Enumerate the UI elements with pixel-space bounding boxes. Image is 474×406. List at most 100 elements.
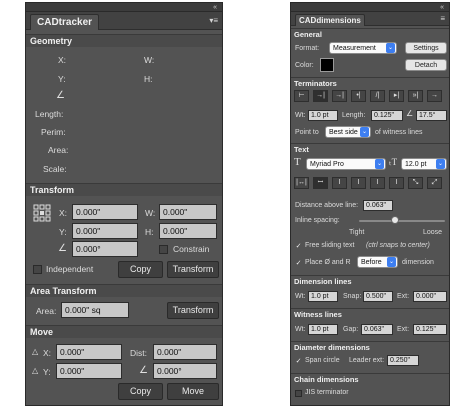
chevron-down-icon: ⌄ [375, 159, 384, 169]
tab-bar: CADtracker ▾≡ [26, 12, 222, 30]
text-rotate-1-icon[interactable]: ⤡ [408, 177, 423, 189]
geometry-scale-label: Scale: [43, 164, 67, 174]
transform-w-field[interactable]: 0.000" [159, 204, 217, 220]
loose-label: Loose [423, 229, 443, 236]
place-select[interactable]: Before ⌄ [357, 256, 398, 268]
detach-button[interactable]: Detach [405, 59, 447, 71]
wit-wt-label: Wt: [295, 326, 306, 333]
move-y-field[interactable]: 0.000" [56, 363, 122, 379]
angle-icon: ∠ [58, 243, 67, 254]
cadtracker-panel: « CADtracker ▾≡ Geometry X: W: Y: H: ∠ L… [25, 2, 223, 406]
wit-wt-field[interactable]: 1.0 pt [308, 324, 338, 335]
free-sliding-checkbox[interactable]: ✓ [295, 243, 302, 250]
point-to-label: Point to [295, 129, 319, 136]
dim-ext-field[interactable]: 0.000" [413, 291, 447, 302]
term-length-label: Length: [342, 112, 366, 119]
transform-w-label: W: [145, 208, 156, 218]
dimension-label: dimension [402, 259, 434, 266]
format-select[interactable]: Measurement ⌄ [329, 42, 397, 54]
collapse-icon[interactable]: « [440, 3, 445, 12]
panel-title-strip: « [291, 3, 449, 12]
move-y-label: Y: [43, 367, 51, 377]
tab-caddimensions[interactable]: CADdimensions [295, 14, 365, 26]
transform-copy-button[interactable]: Copy [118, 261, 163, 278]
tight-label: Tight [349, 229, 365, 236]
panel-menu-icon[interactable]: ≡ [440, 14, 445, 23]
move-angle-field[interactable]: 0.000° [153, 363, 217, 379]
transform-x-field[interactable]: 0.000" [72, 204, 138, 220]
color-swatch[interactable] [320, 58, 334, 72]
font-size-icon: ₜT [389, 157, 398, 167]
text-align-2-icon[interactable]: I [351, 177, 366, 189]
terminator-double-arrow-icon[interactable]: »| [408, 90, 423, 102]
leader-ext-field[interactable]: 0.250" [387, 355, 419, 366]
transform-angle-field[interactable]: 0.000° [72, 241, 138, 257]
chevron-down-icon: ⌄ [386, 43, 395, 53]
inline-spacing-slider[interactable] [359, 216, 445, 226]
area-transform-header: Area Transform [26, 284, 222, 297]
move-dist-field[interactable]: 0.000" [153, 344, 217, 360]
transform-y-field[interactable]: 0.000" [72, 223, 138, 239]
settings-button[interactable]: Settings [405, 42, 447, 54]
terminator-dot-icon[interactable]: •| [351, 90, 366, 102]
reference-point-icon[interactable] [33, 204, 51, 222]
dim-wt-field[interactable]: 1.0 pt [308, 291, 338, 302]
transform-h-field[interactable]: 0.000" [159, 223, 217, 239]
independent-checkbox[interactable] [33, 265, 42, 274]
span-circle-checkbox[interactable]: ✓ [295, 358, 302, 365]
format-label: Format: [295, 45, 320, 52]
wit-gap-field[interactable]: 0.063" [361, 324, 393, 335]
move-x-field[interactable]: 0.000" [56, 344, 122, 360]
move-dist-label: Dist: [130, 348, 147, 358]
terminator-open-arrow-icon[interactable]: →| [332, 90, 347, 102]
terminator-slash-icon[interactable]: /| [370, 90, 385, 102]
move-copy-button[interactable]: Copy [118, 383, 163, 400]
jis-terminator-checkbox[interactable] [295, 390, 302, 397]
terminator-filled-arrow-icon[interactable]: ▸| [389, 90, 404, 102]
terminator-arrow-right-icon[interactable]: → [427, 90, 442, 102]
text-header: Text [291, 143, 449, 154]
independent-label: Independent [46, 264, 94, 274]
text-align-3-icon[interactable]: I [370, 177, 385, 189]
term-length-field[interactable]: 0.125" [371, 110, 403, 121]
move-button[interactable]: Move [167, 383, 219, 400]
tab-cadtracker[interactable]: CADtracker [30, 14, 100, 30]
terminator-arrow-icon[interactable]: →| [313, 90, 328, 102]
chevron-down-icon: ⌄ [387, 257, 396, 267]
transform-button[interactable]: Transform [167, 261, 219, 278]
panel-menu-icon[interactable]: ▾≡ [209, 16, 218, 25]
text-rotate-2-icon[interactable]: ⤢ [427, 177, 442, 189]
leader-ext-label: Leader ext: [349, 357, 385, 364]
geometry-x-label: X: [58, 55, 67, 65]
free-sliding-hint: (ctrl snaps to center) [366, 242, 430, 249]
distance-field[interactable]: 0.063" [363, 200, 393, 211]
slider-track [359, 220, 445, 222]
area-transform-button[interactable]: Transform [167, 302, 219, 319]
font-size-select[interactable]: 12.0 pt ⌄ [401, 158, 447, 170]
font-select[interactable]: Myriad Pro ⌄ [306, 158, 386, 170]
terminator-none-icon[interactable]: ⊢ [294, 90, 309, 102]
dimension-lines-header: Dimension lines [291, 275, 449, 286]
dim-snap-field[interactable]: 0.500" [363, 291, 393, 302]
term-wt-field[interactable]: 1.0 pt [308, 110, 338, 121]
slider-thumb[interactable] [391, 216, 400, 224]
text-align-4-icon[interactable]: I [389, 177, 404, 189]
wit-ext-field[interactable]: 0.125" [413, 324, 447, 335]
jis-terminator-label: JIS terminator [305, 389, 349, 396]
text-above-icon[interactable]: ꟷ [313, 177, 328, 189]
text-align-1-icon[interactable]: I [332, 177, 347, 189]
chevron-down-icon: ⌄ [360, 127, 369, 137]
place-diameter-checkbox[interactable]: ✓ [295, 260, 302, 267]
dim-wt-label: Wt: [295, 293, 306, 300]
delta-icon: △ [32, 366, 39, 375]
area-field[interactable]: 0.000" sq [61, 302, 129, 318]
span-circle-label: Span circle [305, 357, 340, 364]
text-inline-icon[interactable]: |↔| [294, 177, 309, 189]
panel-title-strip: « [26, 3, 222, 12]
collapse-icon[interactable]: « [213, 3, 218, 12]
term-angle-field[interactable]: 17.5° [416, 110, 447, 121]
constrain-checkbox[interactable] [159, 245, 168, 254]
geometry-header: Geometry [26, 34, 222, 47]
point-to-select[interactable]: Best side ⌄ [325, 126, 371, 138]
free-sliding-label: Free sliding text [305, 242, 355, 249]
